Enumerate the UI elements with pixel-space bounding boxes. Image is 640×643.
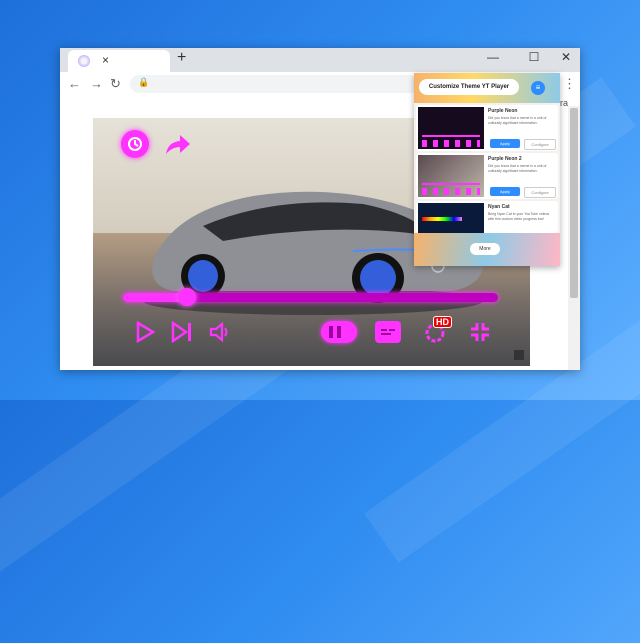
popup-header: Customize Theme YT Player ≡: [414, 73, 560, 103]
theme-thumbnail: [418, 155, 484, 197]
apply-button[interactable]: Apply: [490, 187, 520, 196]
theme-card: Nyan Cat Bring Nyan Cat to your YouTube …: [416, 201, 558, 233]
theme-thumbnail: [418, 107, 484, 149]
forward-button[interactable]: →: [90, 76, 103, 91]
watermark-icon: [514, 350, 524, 360]
next-icon[interactable]: [169, 320, 195, 344]
clock-icon[interactable]: [121, 130, 149, 158]
maximize-button[interactable]: ☐: [524, 50, 544, 64]
back-button[interactable]: ←: [68, 76, 81, 91]
tab-bar: × + — ☐ ✕: [60, 48, 580, 72]
theme-thumbnail: [418, 203, 484, 233]
card-desc: Did you know that a meme is a unit of cu…: [488, 116, 547, 125]
settings-icon[interactable]: HD: [421, 316, 453, 346]
popup-title: Customize Theme YT Player: [419, 79, 519, 95]
autoplay-toggle[interactable]: [321, 321, 357, 343]
card-title: Purple Neon 2: [488, 156, 522, 162]
close-window-button[interactable]: ✕: [556, 50, 576, 64]
hd-badge: HD: [433, 316, 452, 328]
card-desc: Did you know that a meme is a unit of cu…: [488, 164, 547, 173]
page-scrollbar[interactable]: [568, 106, 580, 370]
reload-button[interactable]: ↻: [110, 76, 121, 92]
tab-favicon-icon: [78, 55, 90, 67]
card-title: Purple Neon: [488, 108, 518, 114]
tab-close-icon[interactable]: ×: [102, 53, 109, 67]
new-tab-button[interactable]: +: [177, 49, 186, 67]
configure-button[interactable]: Configure: [524, 139, 556, 150]
menu-icon[interactable]: ≡: [531, 81, 545, 95]
apply-button[interactable]: Apply: [490, 139, 520, 148]
share-icon[interactable]: [163, 130, 193, 158]
card-title: Nyan Cat: [488, 204, 510, 210]
seek-thumb[interactable]: [177, 288, 196, 306]
seek-bar[interactable]: [123, 288, 498, 306]
configure-button[interactable]: Configure: [524, 187, 556, 198]
scrollbar-thumb[interactable]: [570, 108, 578, 298]
popup-footer: More: [414, 233, 560, 266]
volume-icon[interactable]: [207, 320, 233, 344]
theme-card: Purple Neon 2 Did you know that a meme i…: [416, 153, 558, 199]
theme-card: Purple Neon Did you know that a meme is …: [416, 105, 558, 151]
browser-tab[interactable]: ×: [68, 50, 170, 72]
card-desc: Bring Nyan Cat to your YouTube videos wi…: [488, 212, 550, 221]
more-button[interactable]: More: [470, 243, 500, 255]
subtitles-icon[interactable]: [375, 321, 401, 343]
extension-popup: Customize Theme YT Player ≡ Purple Neon …: [414, 73, 560, 266]
browser-menu-button[interactable]: ⋮: [563, 76, 576, 92]
fullscreen-icon[interactable]: [467, 320, 493, 344]
lock-icon: 🔒: [138, 77, 150, 87]
play-icon[interactable]: [133, 320, 157, 344]
minimize-button[interactable]: —: [483, 50, 503, 64]
